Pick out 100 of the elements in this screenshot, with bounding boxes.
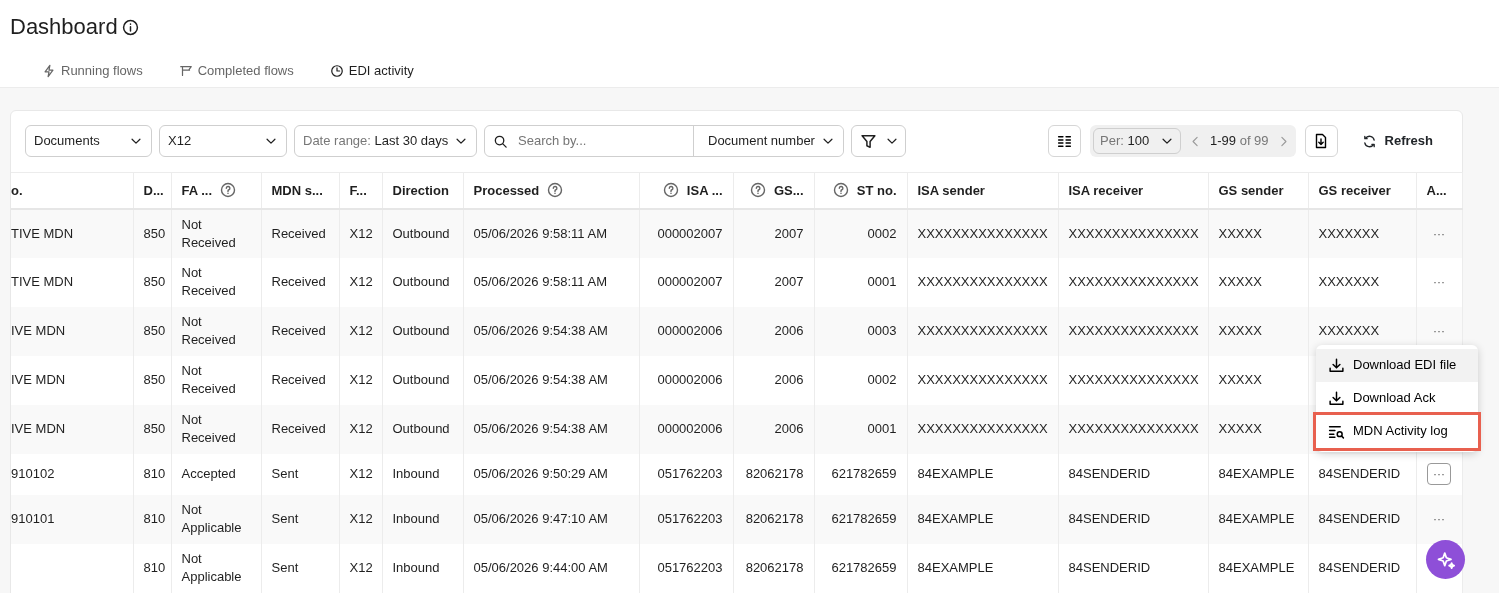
column-header: ISA ...	[686, 181, 723, 200]
table-cell: Outbound	[392, 274, 450, 289]
table-cell: XXXXXXXXXXXXXXX	[1068, 372, 1199, 387]
table-cell: XXXXXXXXXXXXXXX	[1068, 421, 1199, 436]
table-cell: 051762203	[657, 466, 723, 481]
table-cell: Accepted	[181, 466, 236, 481]
table-cell: 84EXAMPLE	[917, 560, 994, 575]
table-cell: Received	[271, 421, 326, 436]
table-cell: 0002	[867, 225, 897, 241]
table-cell: 84EXAMPLE	[917, 466, 994, 481]
standard-select[interactable]: X12	[159, 125, 287, 157]
info-icon	[121, 18, 139, 36]
table-cell: XXXXXXXXXXXXXXX	[917, 323, 1048, 338]
table-cell: X12	[349, 225, 373, 241]
table-cell: 05/06/2026 9:44:00 AM	[473, 560, 608, 575]
column-header: F...	[349, 181, 367, 200]
table-cell: XXXXX	[1218, 323, 1262, 338]
table-cell: XXXXXXXXXXXXXXX	[917, 274, 1048, 289]
table-cell: XXXXXXXXXXXXXXX	[1068, 225, 1199, 241]
table-cell: Not Received	[181, 412, 236, 445]
table-cell: 810	[143, 466, 166, 481]
download-icon	[1328, 389, 1345, 407]
table-cell: 2007	[774, 225, 804, 241]
export-button[interactable]	[1304, 125, 1338, 157]
table-cell: Sent	[271, 511, 299, 526]
menu-item[interactable]: MDN Activity log	[1316, 414, 1478, 448]
table-cell: 84EXAMPLE	[1218, 466, 1295, 481]
table-cell: Received	[271, 323, 326, 338]
table-cell: Inbound	[392, 560, 440, 575]
row-actions-button[interactable]: ···	[1427, 463, 1451, 485]
table-cell: XXXXX	[1218, 274, 1262, 289]
table-cell: 810	[143, 560, 166, 575]
filter-icon	[860, 132, 877, 150]
column-header: ST no.	[856, 181, 897, 200]
table-cell: 84EXAMPLE	[917, 511, 994, 526]
table-cell: Not Received	[181, 265, 236, 298]
table-cell: Outbound	[392, 323, 450, 338]
table-cell: 05/06/2026 9:58:11 AM	[473, 274, 607, 289]
download-icon	[1328, 356, 1345, 374]
table-cell: X12	[349, 421, 373, 436]
columns-button[interactable]	[1048, 125, 1081, 157]
table-cell: 000002006	[657, 421, 723, 436]
table-cell: 0001	[867, 421, 897, 436]
page-range: 1-99 of 99	[1210, 132, 1269, 151]
table-cell: 0002	[867, 372, 897, 387]
menu-item[interactable]: Download EDI file	[1316, 348, 1478, 382]
table-cell: Not Received	[181, 216, 236, 250]
table-cell: TIVE MDN	[11, 274, 74, 289]
sparkle-icon	[1435, 549, 1456, 570]
table-cell: 621782659	[831, 560, 897, 575]
table-cell: X12	[349, 274, 373, 289]
table-cell: XXXXXXX	[1318, 225, 1380, 241]
help-icon	[749, 182, 766, 199]
date-range-select[interactable]: Date range: Last 30 days	[294, 125, 477, 157]
column-header: ISA receiver	[1068, 181, 1144, 200]
table-cell: X12	[349, 560, 373, 575]
filter-button[interactable]	[851, 125, 906, 157]
table-cell: Not Applicable	[181, 502, 242, 535]
table-cell: 0003	[867, 323, 897, 338]
table-cell: 000002007	[657, 274, 723, 289]
table-cell: 000002006	[657, 323, 723, 338]
table-cell: Received	[271, 225, 326, 241]
table-cell: 621782659	[831, 466, 897, 481]
table-cell: 84EXAMPLE	[1218, 511, 1295, 526]
table-cell: 000002007	[657, 225, 723, 241]
table-cell: 05/06/2026 9:54:38 AM	[473, 421, 608, 436]
table-cell: TIVE MDN	[11, 225, 74, 241]
table-cell: 910102	[11, 466, 55, 481]
column-header: GS...	[773, 181, 804, 200]
row-actions-button[interactable]: ···	[1427, 271, 1451, 293]
column-header: MDN s...	[271, 181, 323, 200]
table-cell: XXXXXXX	[1318, 274, 1380, 289]
table-cell: 051762203	[657, 511, 723, 526]
table-cell: 2006	[774, 421, 804, 436]
table-cell: 850	[143, 225, 166, 241]
table-cell: Sent	[271, 560, 299, 575]
table-cell: 82062178	[745, 511, 804, 526]
table-cell: 2006	[774, 372, 804, 387]
table-cell: IVE MDN	[11, 372, 66, 387]
per-page-select[interactable]: Per: 100	[1093, 128, 1181, 154]
column-header: GS sender	[1218, 181, 1284, 200]
help-icon	[832, 182, 849, 199]
table-cell: Sent	[271, 466, 299, 481]
lightning-icon	[42, 64, 56, 79]
table-cell: 850	[143, 274, 166, 289]
refresh-button[interactable]: Refresh	[1346, 126, 1448, 156]
table-cell: Not Received	[181, 363, 236, 396]
column-header: GS receiver	[1318, 181, 1391, 200]
table-cell: Received	[271, 274, 326, 289]
tab[interactable]: Running flows	[28, 54, 157, 92]
help-icon	[220, 182, 237, 199]
document-type-select[interactable]: Documents	[25, 125, 152, 157]
table-cell: 05/06/2026 9:58:11 AM	[473, 225, 607, 241]
table-cell: XXXXX	[1218, 421, 1262, 436]
table-cell: Not Applicable	[181, 551, 242, 584]
column-header: A...	[1426, 181, 1447, 200]
table-cell: 05/06/2026 9:54:38 AM	[473, 323, 608, 338]
tab[interactable]: Completed flows	[164, 54, 308, 92]
table-cell: Inbound	[392, 511, 440, 526]
table-cell: 84SENDERID	[1068, 560, 1151, 575]
